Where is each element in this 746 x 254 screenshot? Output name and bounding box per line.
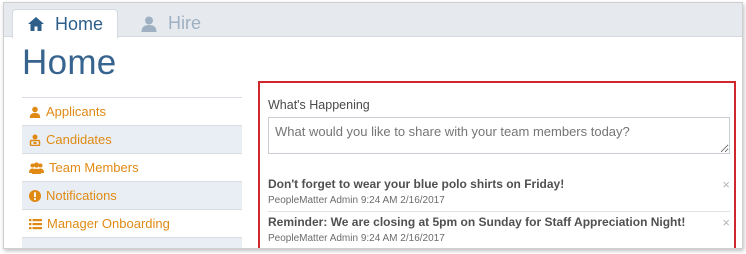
feed-post: Don't forget to wear your blue polo shir… [268, 177, 730, 206]
user-icon [29, 106, 41, 118]
tab-bar: Home Hire [4, 3, 742, 38]
feed-post: Reminder: We are closing at 5pm on Sunda… [268, 215, 730, 244]
sidebar-nav: Applicants Candidates Team Members Notif… [22, 97, 242, 248]
close-icon[interactable]: × [722, 215, 730, 230]
app-window: Home Hire Home Applicants Candidates Tea… [3, 2, 743, 249]
sidebar-item-label: Team Members [49, 160, 139, 175]
home-icon [27, 15, 45, 33]
post-meta: PeopleMatter Admin 9:24 AM 2/16/2017 [268, 195, 445, 206]
tab-hire[interactable]: Hire [126, 9, 222, 38]
sidebar-item-partial[interactable] [22, 238, 242, 248]
user-icon [140, 15, 158, 33]
whats-happening-panel: What's Happening Don't forget to wear yo… [258, 81, 736, 248]
sidebar-item-label: Notifications [46, 188, 117, 203]
sidebar-item-team-members[interactable]: Team Members [22, 154, 242, 182]
sidebar-item-applicants[interactable]: Applicants [22, 98, 242, 126]
feed-label: What's Happening [268, 98, 370, 112]
sidebar-item-label: Applicants [46, 104, 106, 119]
post-divider [268, 211, 730, 212]
post-title: Reminder: We are closing at 5pm on Sunda… [268, 215, 686, 229]
sidebar-item-label: Manager Onboarding [47, 216, 170, 231]
sidebar-item-label: Candidates [46, 132, 112, 147]
sidebar-item-notifications[interactable]: Notifications [22, 182, 242, 210]
post-meta: PeopleMatter Admin 9:24 AM 2/16/2017 [268, 233, 445, 244]
exclamation-icon [29, 189, 41, 202]
tab-hire-label: Hire [168, 13, 202, 33]
tab-home[interactable]: Home [12, 9, 118, 38]
share-input[interactable] [268, 117, 730, 154]
tab-home-label: Home [55, 13, 104, 34]
candidate-icon [29, 134, 41, 146]
page-title: Home [22, 43, 117, 82]
close-icon[interactable]: × [722, 177, 730, 192]
list-icon [29, 218, 42, 230]
sidebar-item-candidates[interactable]: Candidates [22, 126, 242, 154]
group-icon [29, 161, 44, 174]
sidebar-item-manager-onboarding[interactable]: Manager Onboarding [22, 210, 242, 238]
post-title: Don't forget to wear your blue polo shir… [268, 177, 565, 191]
